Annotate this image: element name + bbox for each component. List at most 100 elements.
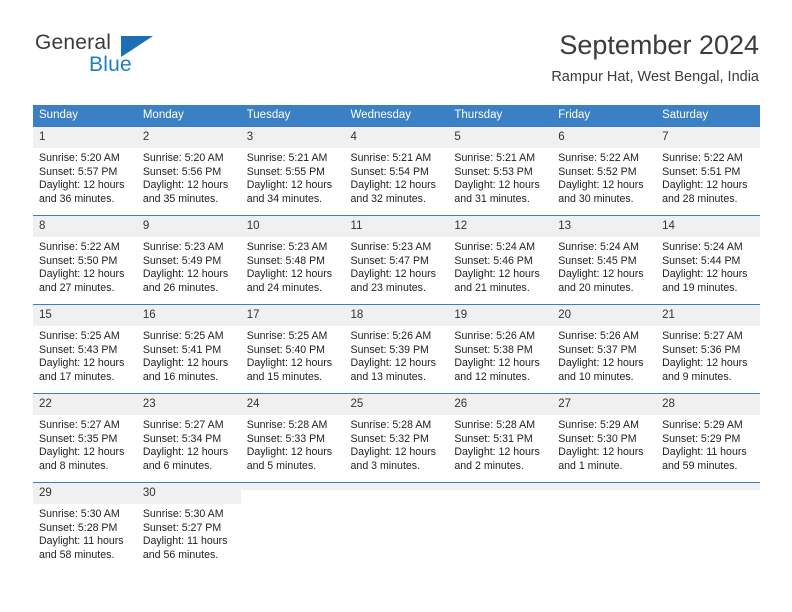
day-details: Sunrise: 5:26 AM Sunset: 5:39 PM Daylight:… [345, 326, 449, 384]
day-details: Sunrise: 5:29 AM Sunset: 5:30 PM Daylight:… [552, 415, 656, 473]
day-number: 10 [240, 216, 345, 237]
day-details: Sunrise: 5:30 AM Sunset: 5:27 PM Daylight:… [137, 504, 241, 562]
calendar-day-cell[interactable]: 15 Sunrise: 5:25 AM Sunset: 5:43 PM Dayligh… [33, 304, 137, 394]
daylight-duration-line1: Daylight: 12 hours [558, 179, 644, 192]
sunrise-time: Sunrise: 5:29 AM [558, 419, 639, 431]
sunset-time: Sunset: 5:47 PM [350, 254, 429, 267]
calendar-day-cell[interactable]: 6 Sunrise: 5:22 AM Sunset: 5:52 PM Daylight… [552, 127, 657, 216]
calendar-day-cell[interactable]: 12 Sunrise: 5:24 AM Sunset: 5:46 PM Dayligh… [448, 215, 553, 305]
daylight-duration-line2: and 56 minutes. [142, 548, 219, 561]
daylight-duration-line2: and 30 minutes. [558, 192, 634, 205]
calendar-day-cell[interactable]: 23 Sunrise: 5:27 AM Sunset: 5:34 PM Dayligh… [136, 393, 241, 483]
day-number: 13 [552, 216, 657, 237]
sunset-time: Sunset: 5:48 PM [246, 254, 326, 267]
sunrise-time: Sunrise: 5:23 AM [246, 241, 328, 253]
day-number [240, 483, 345, 490]
calendar-day-cell[interactable]: 2 Sunrise: 5:20 AM Sunset: 5:56 PM Daylight… [136, 127, 241, 216]
calendar-day-cell[interactable]: 5 Sunrise: 5:21 AM Sunset: 5:53 PM Daylight… [448, 127, 553, 216]
calendar-day-cell[interactable]: 19 Sunrise: 5:26 AM Sunset: 5:38 PM Dayligh… [448, 304, 553, 394]
daylight-duration-line1: Daylight: 12 hours [558, 357, 644, 370]
calendar-day-cell[interactable]: 21 Sunrise: 5:27 AM Sunset: 5:36 PM Dayligh… [656, 304, 760, 394]
day-number [552, 483, 657, 490]
sunrise-time: Sunrise: 5:20 AM [142, 152, 224, 164]
sunset-time: Sunset: 5:35 PM [39, 432, 118, 445]
day-number [656, 483, 760, 490]
calendar-day-cell[interactable]: 25 Sunrise: 5:28 AM Sunset: 5:32 PM Dayligh… [344, 393, 449, 483]
sunset-time: Sunset: 5:34 PM [142, 432, 222, 445]
calendar-day-cell[interactable]: 29 Sunrise: 5:30 AM Sunset: 5:28 PM Dayligh… [33, 482, 137, 571]
daylight-duration-line1: Daylight: 12 hours [39, 179, 125, 192]
calendar-day-cell[interactable]: 20 Sunrise: 5:26 AM Sunset: 5:37 PM Dayligh… [552, 304, 657, 394]
calendar-day-cell[interactable]: 4 Sunrise: 5:21 AM Sunset: 5:54 PM Daylight… [344, 127, 449, 216]
day-number: 22 [33, 394, 137, 415]
sunset-time: Sunset: 5:54 PM [350, 165, 429, 178]
calendar-day-cell[interactable]: 28 Sunrise: 5:29 AM Sunset: 5:29 PM Dayligh… [656, 393, 760, 483]
day-details: Sunrise: 5:23 AM Sunset: 5:49 PM Daylight:… [137, 237, 241, 295]
daylight-duration-line1: Daylight: 12 hours [350, 357, 436, 370]
daylight-duration-line2: and 1 minute. [558, 459, 623, 472]
sunset-time: Sunset: 5:33 PM [246, 432, 326, 445]
day-number: 1 [33, 127, 137, 148]
calendar-day-cell[interactable]: 17 Sunrise: 5:25 AM Sunset: 5:40 PM Dayligh… [240, 304, 345, 394]
calendar-day-cell[interactable]: 8 Sunrise: 5:22 AM Sunset: 5:50 PM Daylight… [33, 215, 137, 305]
day-number [448, 483, 553, 490]
daylight-duration-line1: Daylight: 12 hours [454, 268, 540, 281]
calendar-day-cell-empty [552, 482, 657, 571]
calendar-day-cell[interactable]: 24 Sunrise: 5:28 AM Sunset: 5:33 PM Dayligh… [240, 393, 345, 483]
day-details: Sunrise: 5:20 AM Sunset: 5:57 PM Daylight:… [33, 148, 137, 206]
sunset-time: Sunset: 5:53 PM [454, 165, 533, 178]
daylight-duration-line2: and 34 minutes. [246, 192, 323, 205]
daylight-duration-line2: and 15 minutes. [246, 370, 323, 383]
daylight-duration-line1: Daylight: 12 hours [39, 357, 125, 370]
sunrise-time: Sunrise: 5:27 AM [142, 419, 224, 431]
calendar-day-cell[interactable]: 9 Sunrise: 5:23 AM Sunset: 5:49 PM Daylight… [136, 215, 241, 305]
calendar-day-cell[interactable]: 13 Sunrise: 5:24 AM Sunset: 5:45 PM Dayligh… [552, 215, 657, 305]
calendar-day-cell[interactable]: 11 Sunrise: 5:23 AM Sunset: 5:47 PM Dayligh… [344, 215, 449, 305]
daylight-duration-line2: and 35 minutes. [142, 192, 219, 205]
sunset-time: Sunset: 5:43 PM [39, 343, 118, 356]
weekday-header-tuesday: Tuesday [240, 105, 345, 127]
daylight-duration-line1: Daylight: 12 hours [350, 268, 436, 281]
logo-text-general: General [35, 31, 112, 54]
weekday-header-monday: Monday [136, 105, 241, 127]
calendar-day-cell[interactable]: 30 Sunrise: 5:30 AM Sunset: 5:27 PM Dayligh… [136, 482, 241, 571]
sunset-time: Sunset: 5:38 PM [454, 343, 533, 356]
calendar-day-cell[interactable]: 7 Sunrise: 5:22 AM Sunset: 5:51 PM Daylight… [656, 127, 760, 216]
weekday-header-row: Sunday Monday Tuesday Wednesday Thursday… [33, 105, 760, 127]
daylight-duration-line2: and 58 minutes. [39, 548, 115, 561]
day-number: 16 [136, 305, 241, 326]
daylight-duration-line1: Daylight: 12 hours [246, 179, 333, 192]
calendar-day-cell[interactable]: 16 Sunrise: 5:25 AM Sunset: 5:41 PM Dayligh… [136, 304, 241, 394]
calendar-day-cell[interactable]: 10 Sunrise: 5:23 AM Sunset: 5:48 PM Dayligh… [240, 215, 345, 305]
sunrise-time: Sunrise: 5:30 AM [142, 508, 224, 520]
sunset-time: Sunset: 5:27 PM [142, 521, 222, 534]
day-details: Sunrise: 5:21 AM Sunset: 5:55 PM Daylight:… [241, 148, 345, 206]
calendar-day-cell-empty [240, 482, 345, 571]
daylight-duration-line1: Daylight: 12 hours [454, 446, 540, 459]
day-number: 23 [136, 394, 241, 415]
sunset-time: Sunset: 5:30 PM [558, 432, 637, 445]
calendar-day-cell[interactable]: 26 Sunrise: 5:28 AM Sunset: 5:31 PM Dayligh… [448, 393, 553, 483]
sunset-time: Sunset: 5:50 PM [39, 254, 118, 267]
logo-text-blue: Blue [89, 53, 132, 76]
day-details: Sunrise: 5:28 AM Sunset: 5:31 PM Daylight:… [448, 415, 552, 473]
day-details: Sunrise: 5:26 AM Sunset: 5:37 PM Daylight:… [552, 326, 656, 384]
daylight-duration-line2: and 31 minutes. [454, 192, 530, 205]
calendar-day-cell-empty [656, 482, 760, 571]
day-number: 30 [136, 483, 241, 504]
general-blue-logo[interactable]: General Blue [33, 28, 253, 84]
sunset-time: Sunset: 5:57 PM [39, 165, 118, 178]
calendar-day-cell[interactable]: 14 Sunrise: 5:24 AM Sunset: 5:44 PM Dayligh… [656, 215, 760, 305]
calendar-day-cell[interactable]: 27 Sunrise: 5:29 AM Sunset: 5:30 PM Dayligh… [552, 393, 657, 483]
calendar-day-cell[interactable]: 3 Sunrise: 5:21 AM Sunset: 5:55 PM Daylight… [240, 127, 345, 216]
calendar-day-cell[interactable]: 22 Sunrise: 5:27 AM Sunset: 5:35 PM Dayligh… [33, 393, 137, 483]
calendar-day-cell[interactable]: 18 Sunrise: 5:26 AM Sunset: 5:39 PM Dayligh… [344, 304, 449, 394]
day-number: 17 [240, 305, 345, 326]
day-number [344, 483, 449, 490]
calendar-day-cell[interactable]: 1 Sunrise: 5:20 AM Sunset: 5:57 PM Daylight… [33, 127, 137, 216]
day-number: 11 [344, 216, 449, 237]
daylight-duration-line2: and 10 minutes. [558, 370, 634, 383]
day-number: 2 [136, 127, 241, 148]
sunrise-sunset-calendar-table: Sunday Monday Tuesday Wednesday Thursday… [33, 105, 760, 571]
sunset-time: Sunset: 5:46 PM [454, 254, 533, 267]
